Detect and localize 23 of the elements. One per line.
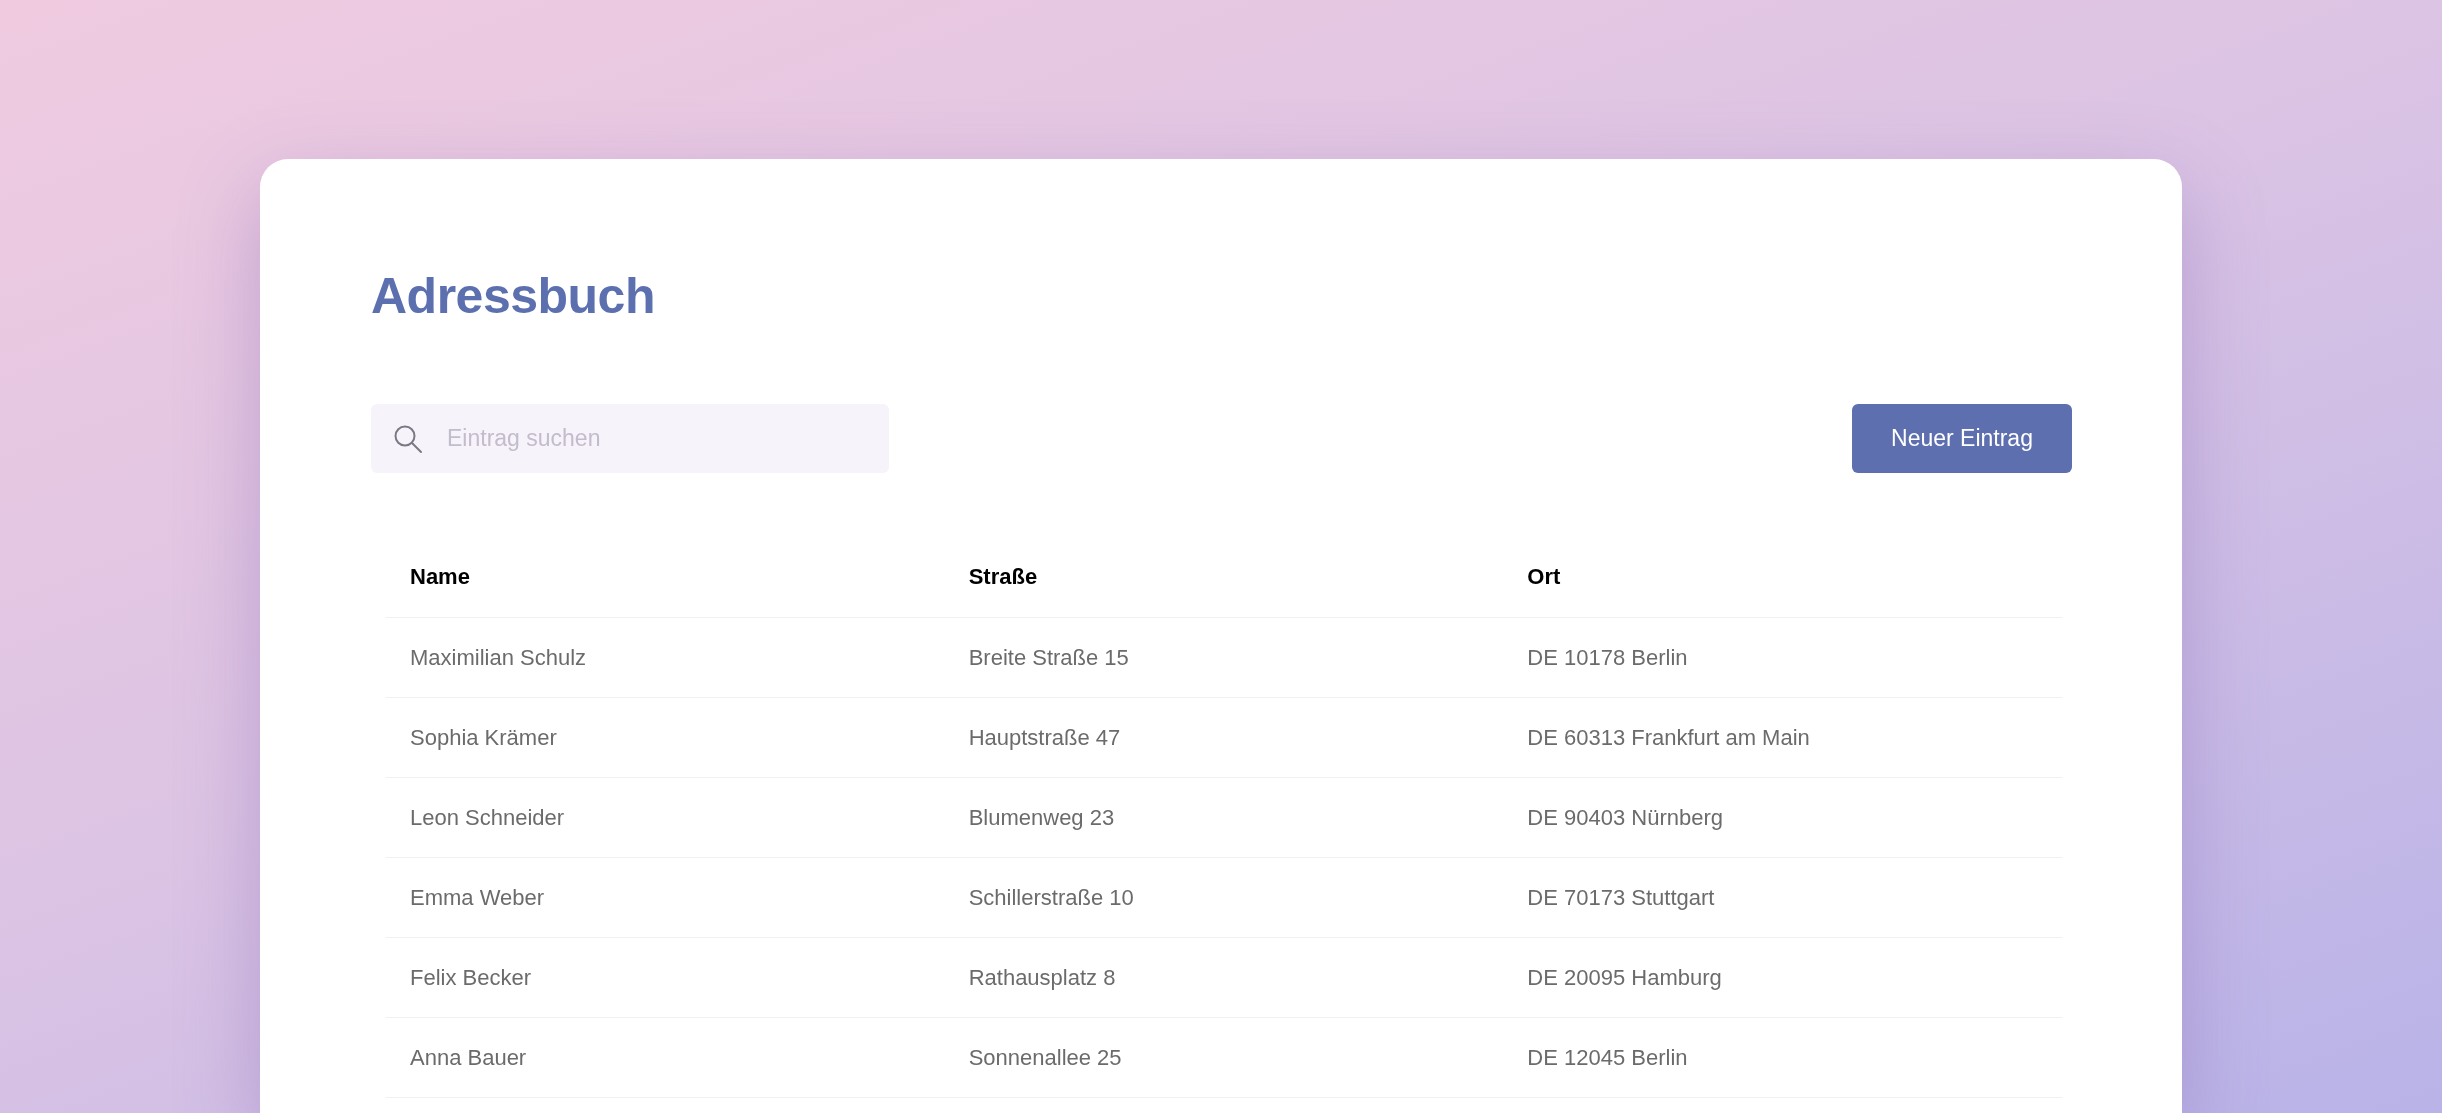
page-title: Adressbuch <box>371 269 656 324</box>
table-cell: Breite Straße 15 <box>968 644 1129 670</box>
table-cell: DE 90403 Nürnberg <box>1527 804 1723 830</box>
table-cell: Felix Becker <box>410 964 532 990</box>
table-cell: DE 12045 Berlin <box>1527 1044 1688 1070</box>
new-entry-button[interactable]: Neuer Eintrag <box>1852 404 2072 473</box>
table-cell: Hauptstraße 47 <box>968 724 1121 750</box>
table-cell: Anna Bauer <box>410 1044 527 1070</box>
column-header: Ort <box>1527 564 1561 590</box>
column-header: Name <box>410 564 470 590</box>
table-cell: Sophia Krämer <box>410 724 557 750</box>
table-cell: DE 60313 Frankfurt am Main <box>1527 724 1810 750</box>
table-cell: Rathausplatz 8 <box>968 964 1116 990</box>
table-cell: Leon Schneider <box>410 804 565 830</box>
table-cell: DE 70173 Stuttgart <box>1527 884 1715 910</box>
table-cell: DE 10178 Berlin <box>1527 644 1688 670</box>
column-header: Straße <box>968 564 1038 590</box>
table-cell: Blumenweg 23 <box>968 804 1115 830</box>
table-cell: Sonnenallee 25 <box>968 1044 1122 1070</box>
table-cell: Maximilian Schulz <box>410 644 587 670</box>
table-cell: DE 20095 Hamburg <box>1527 964 1722 990</box>
table-cell: Schillerstraße 10 <box>968 884 1134 910</box>
table-cell: Emma Weber <box>410 884 545 910</box>
